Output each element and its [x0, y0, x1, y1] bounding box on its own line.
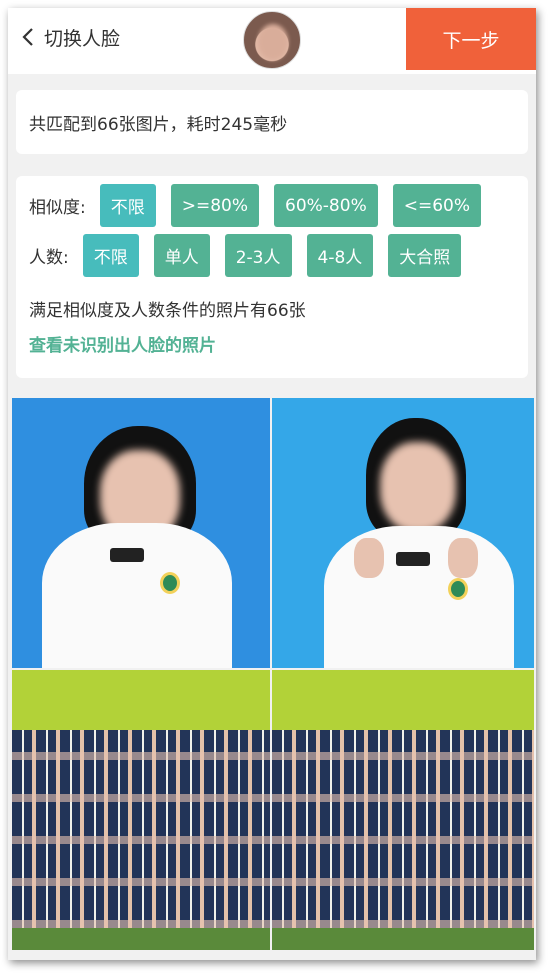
photo-subject-face [380, 442, 456, 532]
people-option-any[interactable]: 不限 [82, 234, 139, 277]
group-photo-floor [272, 928, 534, 950]
switch-face-label: 切换人脸 [44, 27, 121, 50]
group-photo-faces [12, 730, 270, 930]
people-filter-row: 人数: 不限 单人 2-3人 4-8人 大合照 [29, 234, 476, 277]
photo-thumbnail[interactable] [12, 398, 270, 668]
similarity-option-60-minus[interactable]: <=60% [392, 184, 482, 227]
people-option-group[interactable]: 大合照 [388, 234, 462, 277]
similarity-option-80-plus[interactable]: >=80% [170, 184, 260, 227]
photo-subject-tie [396, 552, 430, 566]
photo-thumbnail[interactable] [272, 670, 534, 950]
avatar-face [258, 24, 288, 60]
selected-face-avatar[interactable] [243, 11, 301, 69]
photo-subject-hand [448, 538, 478, 578]
match-stats-text: 共匹配到66张图片，耗时245毫秒 [29, 115, 288, 135]
photo-thumbnail[interactable] [12, 670, 270, 950]
filter-card: 相似度: 不限 >=80% 60%-80% <=60% 人数: 不限 单人 2-… [16, 176, 528, 378]
group-photo-faces [272, 730, 534, 930]
similarity-option-60-80[interactable]: 60%-80% [274, 184, 378, 227]
photo-subject-hand [354, 538, 384, 578]
group-photo [272, 670, 534, 950]
photo-thumbnail[interactable] [272, 398, 534, 668]
app-screen: 切换人脸 下一步 共匹配到66张图片，耗时245毫秒 相似度: 不限 >=80%… [8, 8, 536, 960]
similarity-label: 相似度: [29, 198, 86, 218]
unrecognized-photos-link[interactable]: 查看未识别出人脸的照片 [29, 331, 216, 356]
group-photo [12, 670, 270, 950]
match-stats-card: 共匹配到66张图片，耗时245毫秒 [16, 90, 528, 154]
people-option-2-3[interactable]: 2-3人 [224, 234, 292, 277]
filter-summary: 满足相似度及人数条件的照片有66张 [29, 301, 306, 321]
similarity-option-any[interactable]: 不限 [99, 184, 156, 227]
school-badge-icon [448, 578, 468, 600]
photo-subject-tie [110, 548, 144, 562]
similarity-filter-row: 相似度: 不限 >=80% 60%-80% <=60% [29, 184, 496, 227]
group-photo-floor [12, 928, 270, 950]
top-bar: 切换人脸 下一步 [8, 8, 536, 74]
photo-grid [8, 398, 536, 960]
next-step-button[interactable]: 下一步 [406, 8, 536, 70]
people-option-4-8[interactable]: 4-8人 [306, 234, 374, 277]
school-badge-icon [160, 572, 180, 594]
photo-subject-shirt [324, 526, 514, 668]
chevron-left-icon [22, 28, 33, 46]
people-count-label: 人数: [29, 248, 69, 268]
switch-face-button[interactable]: 切换人脸 [20, 22, 120, 52]
people-option-single[interactable]: 单人 [153, 234, 210, 277]
photo-subject-shirt [42, 523, 232, 668]
